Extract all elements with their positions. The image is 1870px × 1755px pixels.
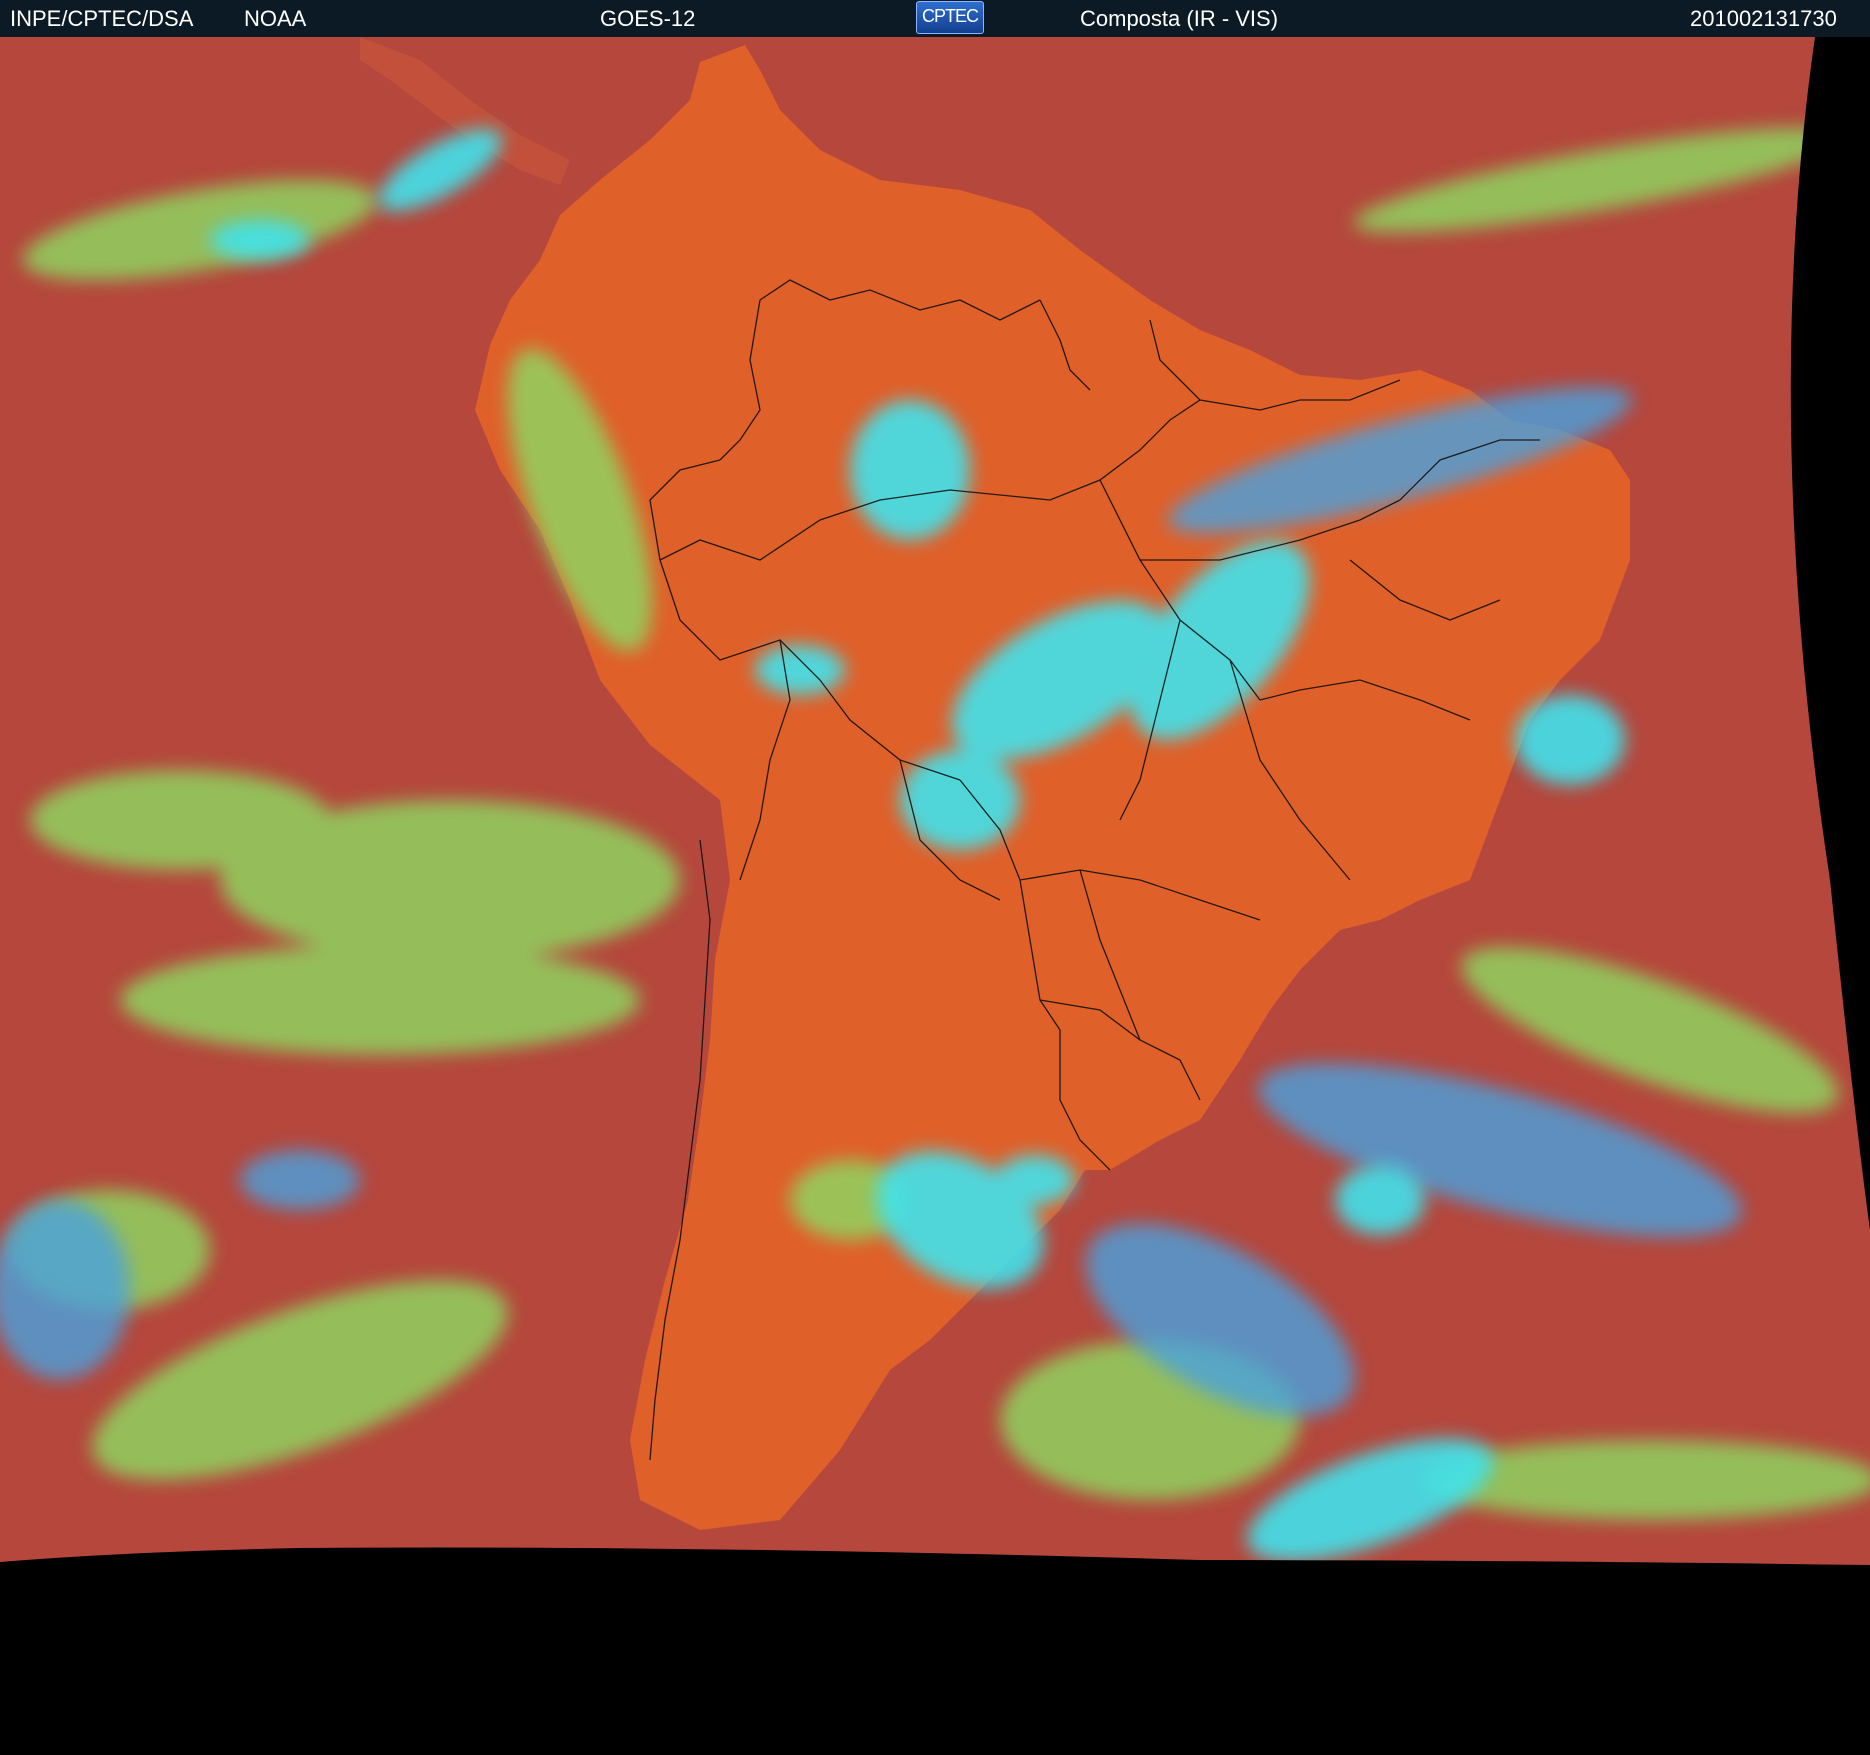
- image-header-bar: INPE/CPTEC/DSA NOAA GOES-12 CPTEC Compos…: [0, 0, 1870, 37]
- partner-label: NOAA: [244, 6, 307, 31]
- satellite-label: GOES-12: [600, 6, 696, 31]
- timestamp-label: 201002131730: [1690, 6, 1837, 31]
- product-label: Composta (IR - VIS): [1080, 6, 1279, 31]
- earth-disk: [0, 37, 1870, 1565]
- agency-label: INPE/CPTEC/DSA: [10, 6, 194, 31]
- cptec-logo-text: CPTEC: [921, 6, 979, 26]
- satellite-image: [0, 37, 1870, 1750]
- satellite-map: [0, 37, 1870, 1750]
- cptec-logo: CPTEC: [916, 1, 984, 34]
